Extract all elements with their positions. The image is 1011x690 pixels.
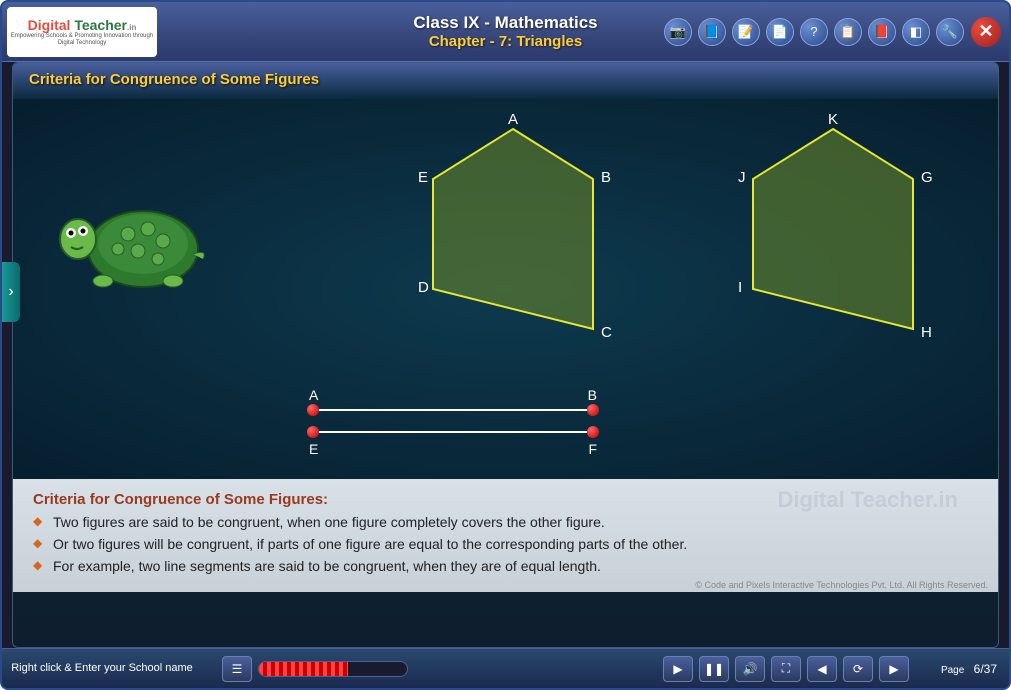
notes-area: Digital Teacher.in Criteria for Congruen… [13,479,998,592]
prev-button[interactable]: ◀ [807,656,837,682]
toc-button[interactable]: ☰ [222,656,252,682]
content-area: Criteria for Congruence of Some Figures [12,62,999,648]
segment-label: B [588,387,597,403]
top-bar: Digital Teacher.in Empowering Schools & … [2,2,1009,62]
book-icon[interactable]: 📘 [698,18,726,46]
segment-ab: A B [313,409,593,411]
media-controls: ▶ ❚❚ 🔊 ⛶ ◀ ⟳ ▶ [663,656,909,682]
copyright: © Code and Pixels Interactive Technologi… [695,580,988,590]
vertex-label: J [738,169,746,186]
segment-label: A [309,387,318,403]
segment-ef: E F [313,431,593,433]
bottom-bar: Right click & Enter your School name ☰ ▶… [2,648,1009,688]
chapter-title: Chapter - 7: Triangles [413,33,597,50]
player-controls: ☰ [222,656,408,682]
eraser-icon[interactable]: ◧ [902,18,930,46]
title-area: Class IX - Mathematics Chapter - 7: Tria… [413,13,597,50]
endpoint-dot [587,404,599,416]
vertex-label: E [418,169,428,186]
diagram-area: A B C D E K G H I J A B [13,99,998,479]
section-title: Criteria for Congruence of Some Figures [29,71,982,88]
vertex-label: I [738,279,742,296]
logo: Digital Teacher.in Empowering Schools & … [7,7,157,57]
doc-icon[interactable]: 📋 [834,18,862,46]
vertex-label: C [601,324,612,341]
logo-tagline: Empowering Schools & Promoting Innovatio… [7,33,157,46]
vertex-label: B [601,169,611,186]
vertex-label: A [508,111,518,128]
note-item: Two figures are said to be congruent, wh… [33,514,978,530]
camera-icon[interactable]: 📷 [664,18,692,46]
school-name-prompt[interactable]: Right click & Enter your School name [2,662,202,675]
vertex-label: H [921,324,932,341]
class-title: Class IX - Mathematics [413,13,597,33]
note-icon[interactable]: 📝 [732,18,760,46]
progress-fill [259,662,348,676]
page-icon[interactable]: 📄 [766,18,794,46]
pentagon-figure-2: K G H I J [733,119,933,364]
bookmark-icon[interactable]: 📕 [868,18,896,46]
expand-tab[interactable]: › [2,262,20,322]
vertex-label: K [828,111,838,128]
endpoint-dot [587,426,599,438]
tool-icon[interactable]: 🔧 [936,18,964,46]
endpoint-dot [307,426,319,438]
page-value: 6/37 [974,662,997,676]
turtle-illustration [43,189,223,299]
close-button[interactable]: ✕ [971,17,1001,47]
watermark: Digital Teacher.in [777,487,958,513]
help-icon[interactable]: ? [800,18,828,46]
next-button[interactable]: ▶ [879,656,909,682]
segment-label: F [588,441,597,457]
volume-button[interactable]: 🔊 [735,656,765,682]
page-indicator: Page 6/37 [941,662,997,676]
notes-list: Two figures are said to be congruent, wh… [33,514,978,574]
pentagon-figure-1: A B C D E [413,119,613,364]
toolbar-icons: 📷 📘 📝 📄 ? 📋 📕 ◧ 🔧 [664,18,964,46]
play-button[interactable]: ▶ [663,656,693,682]
replay-button[interactable]: ⟳ [843,656,873,682]
note-item: Or two figures will be congruent, if par… [33,536,978,552]
fullscreen-button[interactable]: ⛶ [771,656,801,682]
vertex-label: G [921,169,933,186]
line-segments: A B E F [313,389,593,453]
section-title-bar: Criteria for Congruence of Some Figures [13,63,998,99]
segment-label: E [309,441,318,457]
app-window: Digital Teacher.in Empowering Schools & … [0,0,1011,690]
endpoint-dot [307,404,319,416]
vertex-label: D [418,279,429,296]
note-item: For example, two line segments are said … [33,558,978,574]
progress-bar[interactable] [258,661,408,677]
pause-button[interactable]: ❚❚ [699,656,729,682]
page-label: Page [941,665,964,676]
